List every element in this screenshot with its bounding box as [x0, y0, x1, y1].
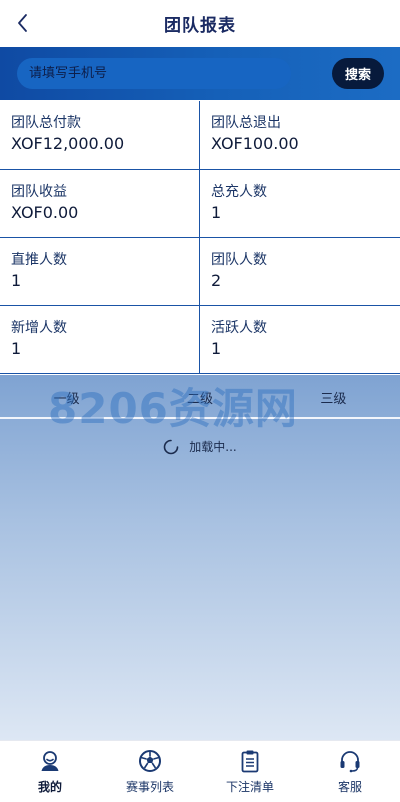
tabbar-item-mine[interactable]: 我的 — [0, 741, 100, 802]
tab-level-2[interactable]: 二级 — [133, 375, 266, 419]
stat-team-earnings: 团队收益 XOF0.00 — [0, 170, 200, 238]
stat-label: 团队人数 — [211, 252, 267, 268]
loading-text: 加载中... — [189, 440, 237, 454]
tabbar-item-customer-service[interactable]: 客服 — [300, 741, 400, 802]
level-tabs: 一级 二级 三级 — [0, 375, 400, 419]
stat-label: 总充人数 — [211, 184, 267, 200]
stat-total-depositors: 总充人数 1 — [200, 170, 400, 238]
stat-team-size: 团队人数 2 — [200, 238, 400, 306]
user-icon — [37, 748, 63, 774]
stat-label: 活跃人数 — [211, 320, 267, 336]
bottom-tab-bar: 我的 赛事列表 下注清单 客服 — [0, 740, 400, 802]
stat-value: XOF0.00 — [11, 203, 79, 222]
page-title: 团队报表 — [164, 16, 236, 36]
stat-value: 1 — [11, 271, 22, 290]
stat-team-total-withdrawal: 团队总退出 XOF100.00 — [200, 101, 400, 170]
stat-label: 新增人数 — [11, 320, 67, 336]
tabbar-label: 客服 — [337, 780, 362, 794]
tabbar-label: 赛事列表 — [125, 780, 174, 794]
loading-indicator: 加载中... — [0, 438, 400, 455]
stat-label: 直推人数 — [11, 252, 67, 268]
stat-team-total-payment: 团队总付款 XOF12,000.00 — [0, 101, 200, 170]
clipboard-icon — [237, 748, 263, 774]
spinner-icon — [163, 439, 179, 454]
tab-level-1[interactable]: 一级 — [0, 375, 133, 419]
tabbar-label: 下注清单 — [225, 780, 274, 794]
tab-level-3[interactable]: 三级 — [267, 375, 400, 419]
team-stats-grid: 团队总付款 XOF12,000.00 团队总退出 XOF100.00 团队收益 … — [0, 101, 400, 374]
stat-value: XOF12,000.00 — [11, 134, 125, 153]
stat-value: 2 — [211, 271, 222, 290]
chevron-left-icon — [18, 14, 27, 32]
stat-value: 1 — [211, 339, 222, 358]
tabbar-item-match-list[interactable]: 赛事列表 — [100, 741, 200, 802]
stat-active-members: 活跃人数 1 — [200, 306, 400, 374]
stat-direct-referrals: 直推人数 1 — [0, 238, 200, 306]
stat-value: XOF100.00 — [211, 134, 299, 153]
tabs-divider — [0, 417, 400, 419]
soccer-ball-icon — [137, 748, 163, 774]
header: 团队报表 — [0, 0, 400, 47]
headset-icon — [337, 748, 363, 774]
stat-label: 团队收益 — [11, 184, 67, 200]
stat-label: 团队总退出 — [211, 115, 281, 131]
tabbar-item-bet-list[interactable]: 下注清单 — [200, 741, 300, 802]
tabbar-label: 我的 — [37, 780, 62, 794]
team-level-section: 一级 二级 三级 8206资源网 加载中... — [0, 375, 400, 740]
stat-new-members: 新增人数 1 — [0, 306, 200, 374]
stat-label: 团队总付款 — [11, 115, 81, 131]
phone-search-input[interactable] — [17, 58, 291, 89]
back-button[interactable] — [10, 10, 34, 36]
search-bar: 搜索 — [0, 47, 400, 100]
search-button[interactable]: 搜索 — [332, 58, 384, 89]
stat-value: 1 — [11, 339, 22, 358]
stat-value: 1 — [211, 203, 222, 222]
